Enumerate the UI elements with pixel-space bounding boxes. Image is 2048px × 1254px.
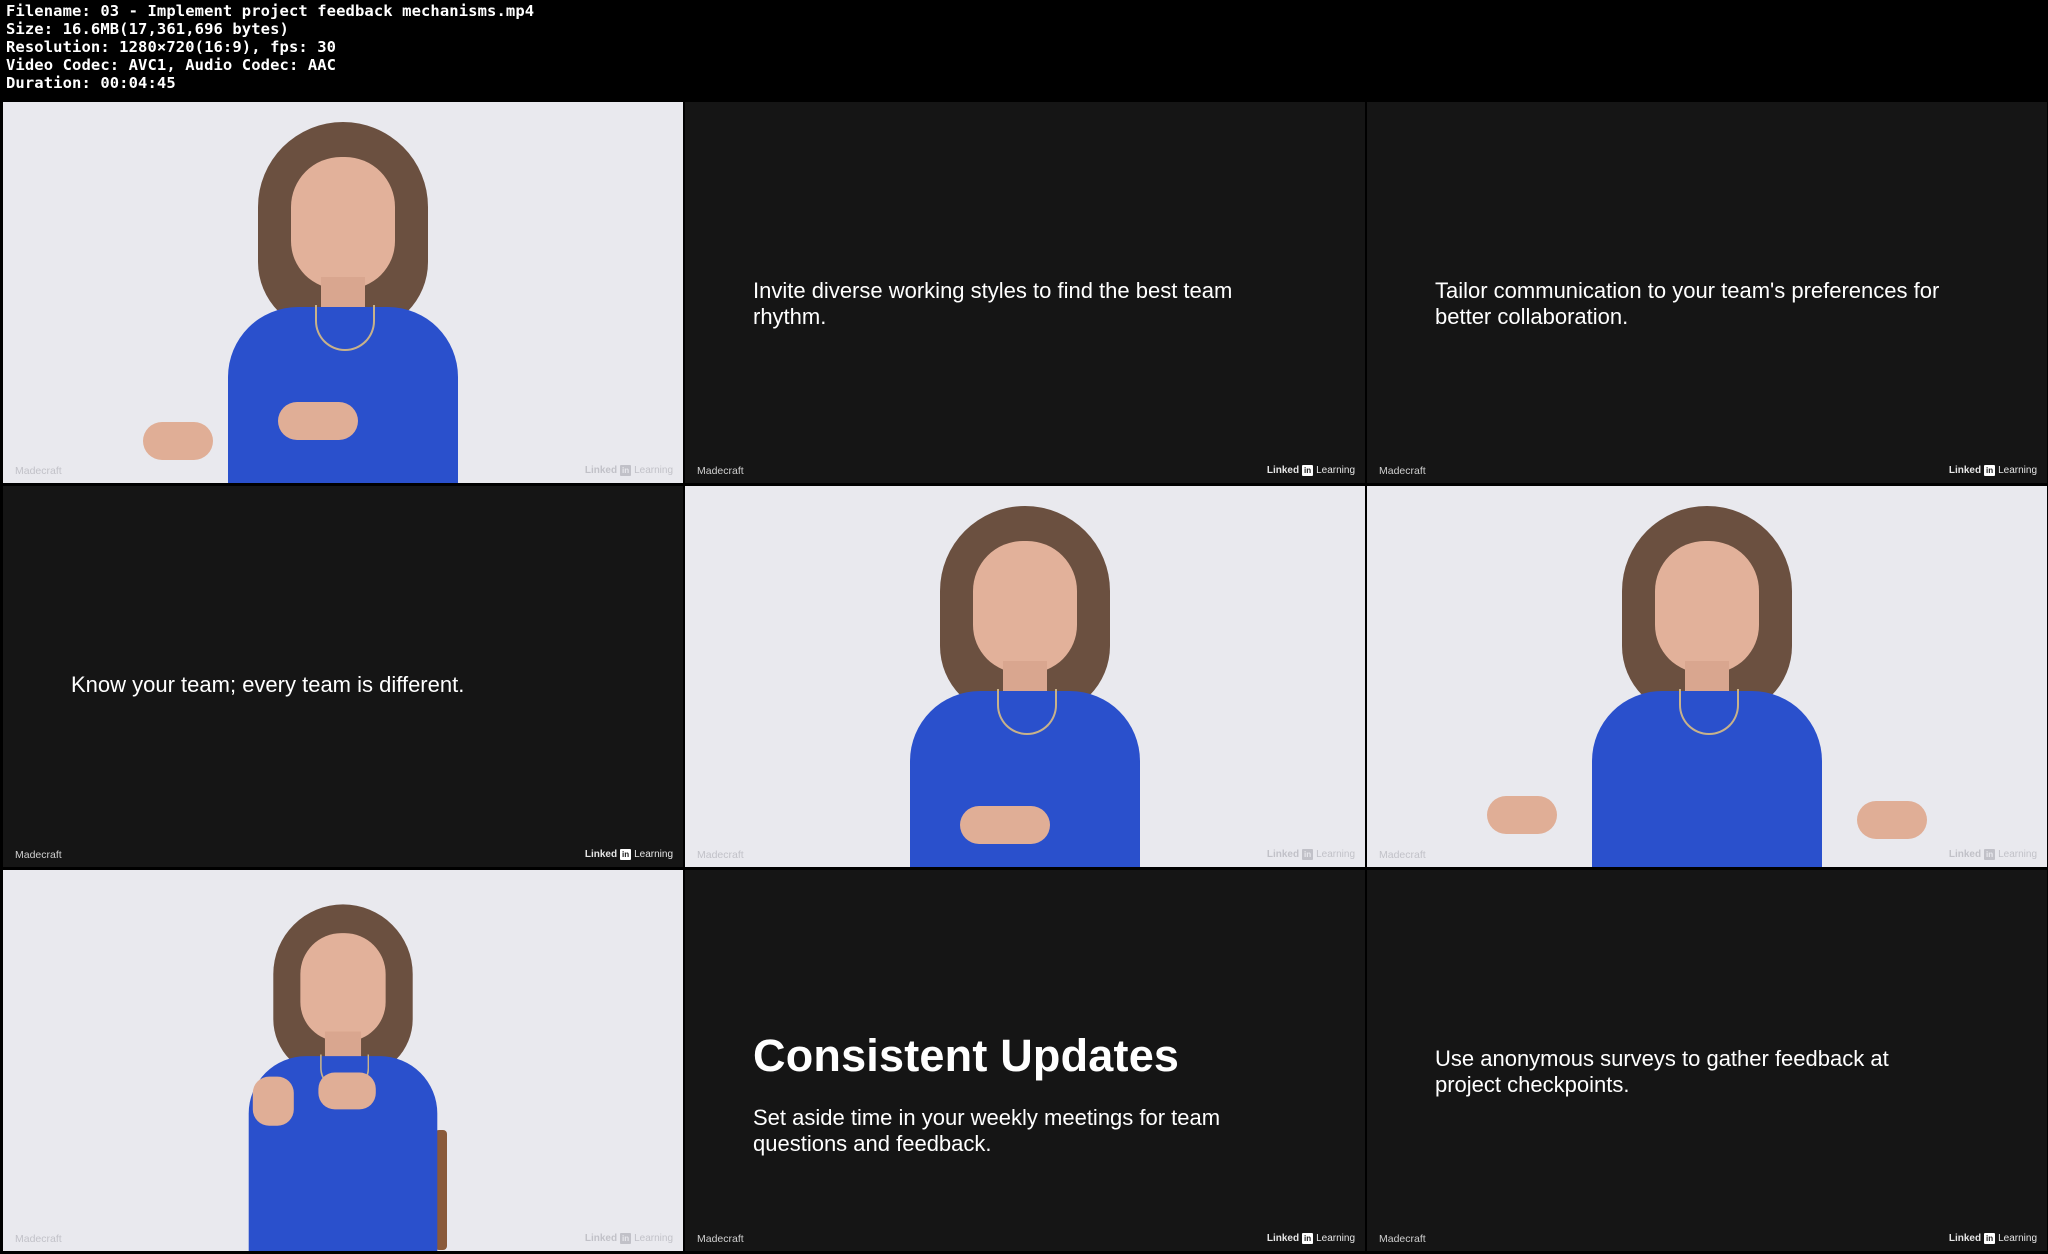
frame-3-slide-thumbnail[interactable]: Tailor communication to your team's pref… [1367,102,2047,483]
slide-caption: Know your team; every team is different. [71,672,465,697]
linkedin-learning-logo: Linked in Learning [1948,465,2037,476]
linkedin-learning-logo: Linked in Learning [1266,849,1355,860]
madecraft-logo: Madecraft [15,1233,62,1245]
madecraft-logo: Madecraft [1379,849,1426,861]
madecraft-logo: Madecraft [15,465,62,477]
madecraft-logo: Madecraft [697,849,744,861]
linkedin-learning-logo: Linked in Learning [584,1233,673,1244]
presenter-figure [143,102,493,483]
linkedin-learning-logo: Linked in Learning [1948,1233,2037,1244]
slide-caption: Invite diverse working styles to find th… [753,278,1233,329]
file-info-header: Filename: 03 - Implement project feedbac… [6,2,1406,98]
presenter-figure [1487,486,1927,867]
presenter-figure [875,486,1175,867]
slide-title: Consistent Updates [753,1030,1180,1081]
presenter-figure [220,888,466,1251]
thumbnail-grid: Madecraft Linked in Learning Invite divers… [0,100,2048,1254]
slide-caption: Use anonymous surveys to gather feedback… [1435,1046,1889,1097]
size-line: Size: 16.6MB(17,361,696 bytes) [6,20,289,38]
frame-9-slide-thumbnail[interactable]: Use anonymous surveys to gather feedback… [1367,870,2047,1251]
frame-1-video-thumbnail[interactable]: Madecraft Linked in Learning [3,102,683,483]
slide-caption: Set aside time in your weekly meetings f… [753,1105,1221,1156]
madecraft-logo: Madecraft [697,465,744,477]
linkedin-learning-logo: Linked in Learning [584,465,673,476]
madecraft-logo: Madecraft [1379,1233,1426,1245]
slide-caption: Tailor communication to your team's pref… [1435,278,1940,329]
madecraft-logo: Madecraft [15,849,62,861]
madecraft-logo: Madecraft [1379,465,1426,477]
frame-2-slide-thumbnail[interactable]: Invite diverse working styles to find th… [685,102,1365,483]
madecraft-logo: Madecraft [697,1233,744,1245]
frame-8-slide-thumbnail[interactable]: Consistent Updates Set aside time in you… [685,870,1365,1251]
filename-line: Filename: 03 - Implement project feedbac… [6,2,535,20]
frame-7-video-thumbnail[interactable]: Madecraft Linked in Learning [3,870,683,1251]
frame-6-video-thumbnail[interactable]: Madecraft Linked in Learning [1367,486,2047,867]
frame-4-slide-thumbnail[interactable]: Know your team; every team is different.… [3,486,683,867]
resolution-line: Resolution: 1280×720(16:9), fps: 30 [6,38,337,56]
frame-5-video-thumbnail[interactable]: Madecraft Linked in Learning [685,486,1365,867]
linkedin-learning-logo: Linked in Learning [584,849,673,860]
linkedin-learning-logo: Linked in Learning [1948,849,2037,860]
linkedin-learning-logo: Linked in Learning [1266,1233,1355,1244]
linkedin-learning-logo: Linked in Learning [1266,465,1355,476]
codec-line: Video Codec: AVC1, Audio Codec: AAC [6,56,337,74]
duration-line: Duration: 00:04:45 [6,74,176,92]
